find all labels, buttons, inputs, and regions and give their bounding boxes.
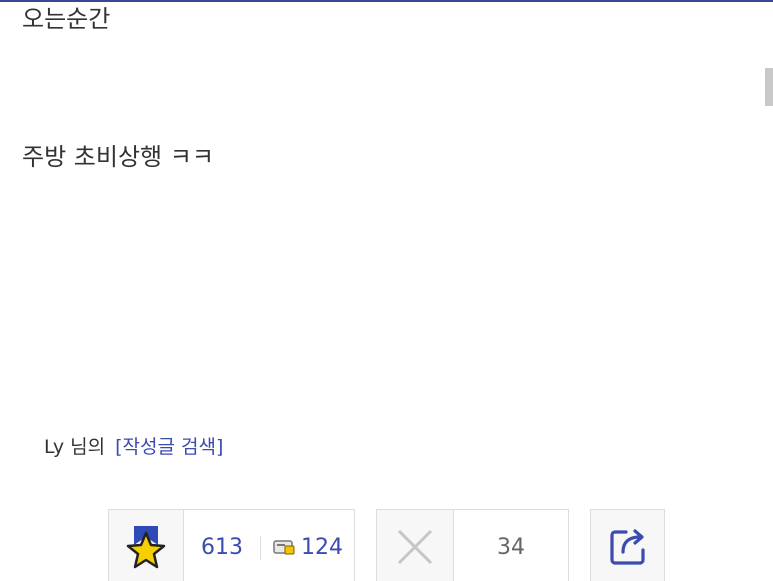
not-recommend-count-cell: 34 bbox=[454, 510, 568, 581]
recommend-button[interactable] bbox=[109, 510, 184, 581]
x-icon bbox=[397, 529, 433, 565]
fix-badge-icon bbox=[273, 540, 295, 555]
fixed-recommend-cell: 124 bbox=[261, 510, 355, 581]
search-posts-link[interactable]: [작성글 검색] bbox=[115, 436, 223, 458]
recommend-count-cell: 613 bbox=[184, 510, 260, 581]
share-icon bbox=[609, 529, 645, 565]
share-button[interactable] bbox=[591, 510, 664, 581]
post-view: 오는순간 주방 초비상행 ㅋㅋ Ly 님의 [작성글 검색] 613 124 3… bbox=[0, 0, 773, 581]
not-recommend-box: 34 bbox=[376, 509, 569, 581]
share-box bbox=[590, 509, 665, 581]
not-recommend-button[interactable] bbox=[377, 510, 454, 581]
post-body-line: 주방 초비상행 ㅋㅋ bbox=[22, 143, 214, 171]
post-body-line: 오는순간 bbox=[22, 5, 111, 33]
scrollbar-thumb[interactable] bbox=[765, 68, 773, 106]
recommend-box: 613 124 bbox=[108, 509, 355, 581]
top-divider bbox=[0, 0, 773, 2]
recommend-count: 613 bbox=[201, 534, 243, 560]
star-icon bbox=[126, 526, 166, 569]
fixed-recommend-count: 124 bbox=[301, 534, 343, 560]
not-recommend-count: 34 bbox=[497, 534, 525, 560]
author-row: Ly 님의 [작성글 검색] bbox=[44, 433, 223, 461]
author-name: Ly 님의 bbox=[44, 436, 106, 458]
